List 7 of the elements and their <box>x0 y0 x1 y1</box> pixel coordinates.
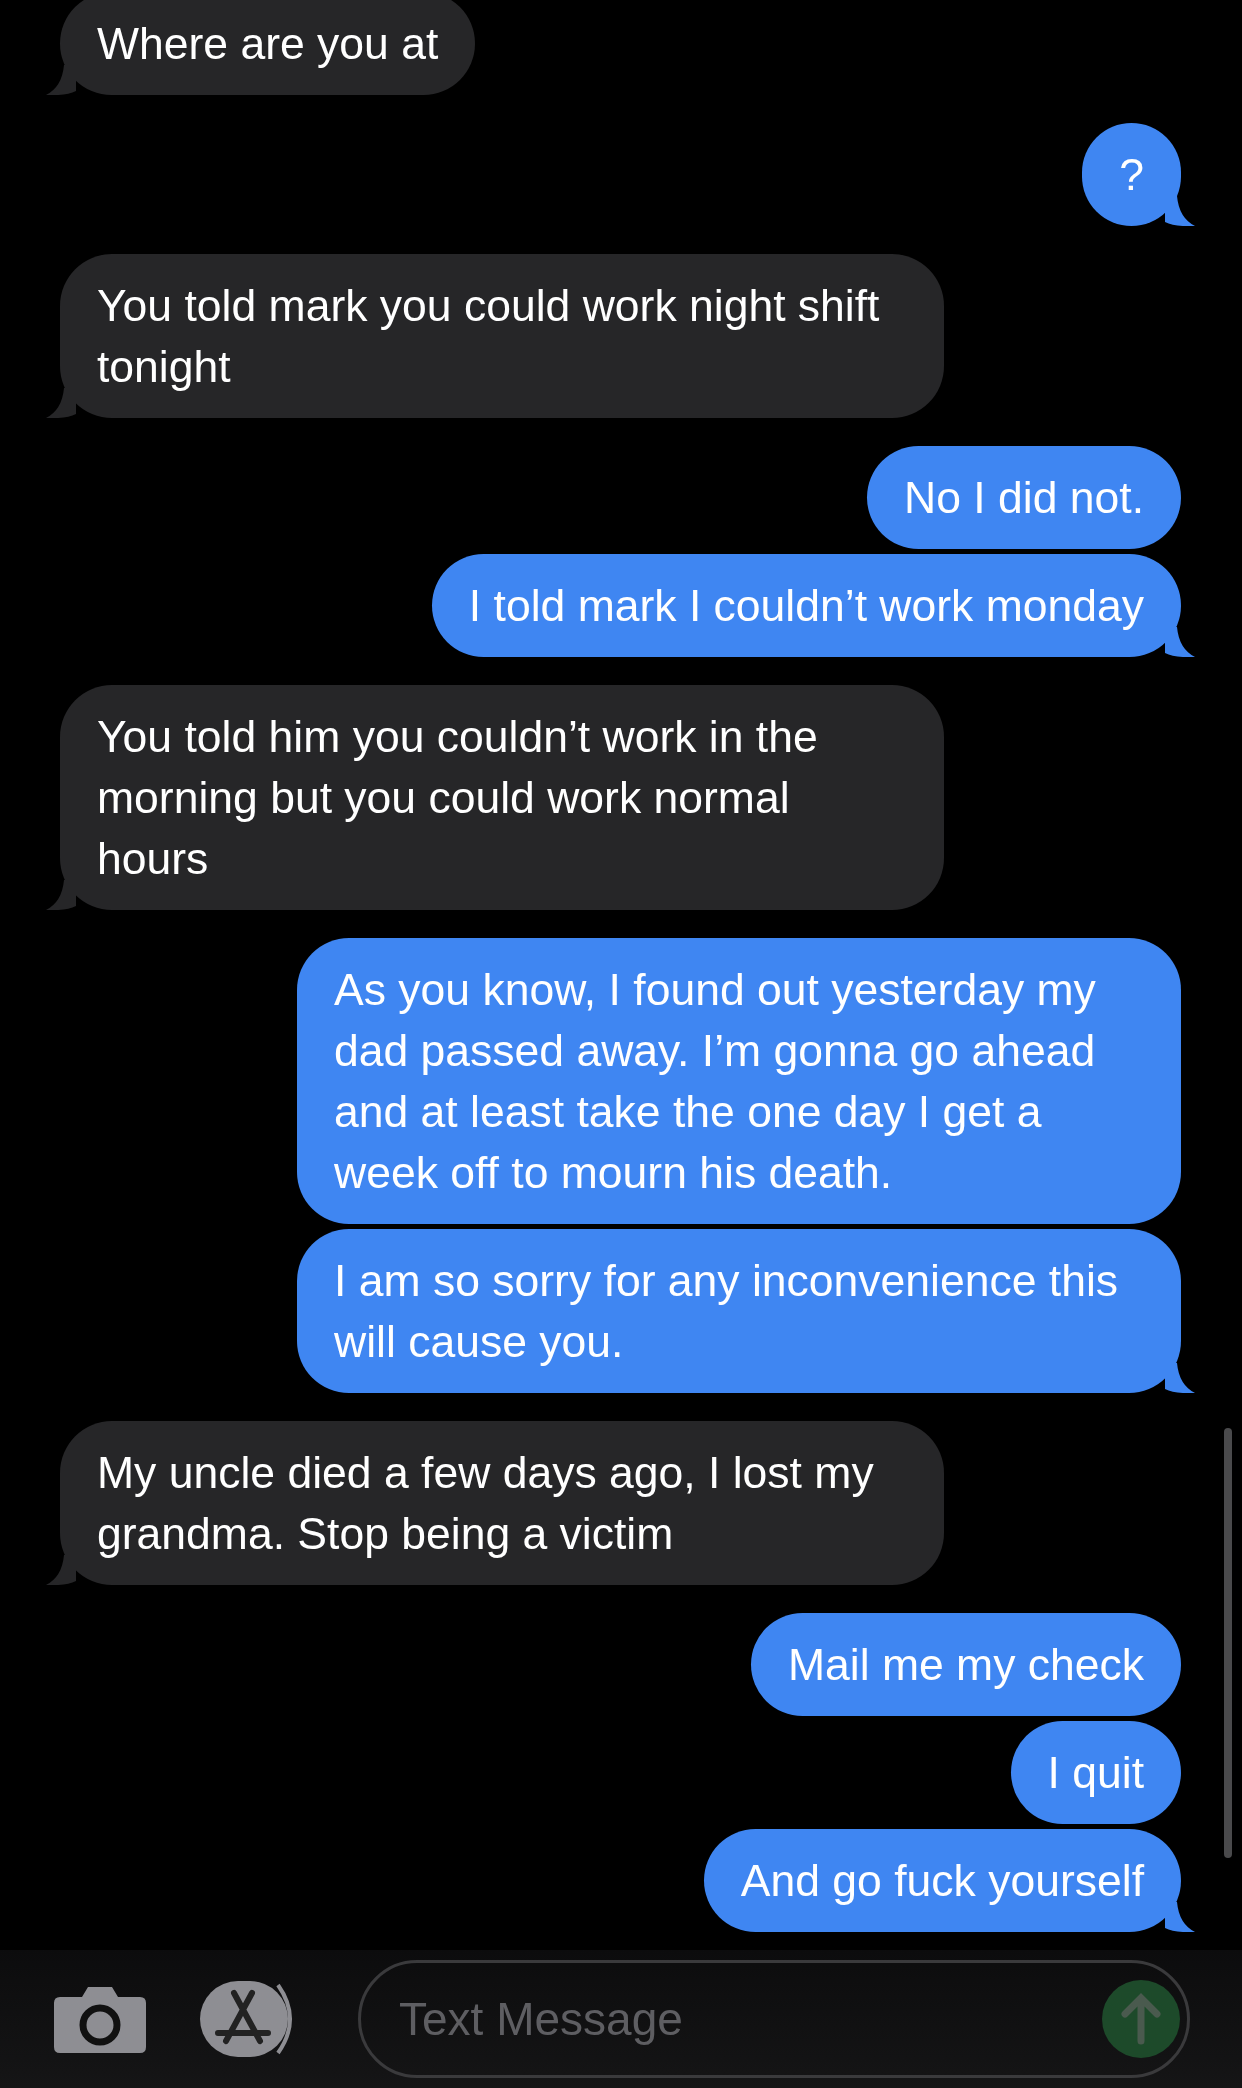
sent-message: No I did not. <box>867 446 1181 549</box>
sent-message: I quit <box>1010 1721 1181 1824</box>
sent-message: As you know, I found out yesterday my dad passed away. I’m gonna go ahead and at least take the one day I get a week off to mourn his death. <box>297 938 1181 1224</box>
send-icon[interactable] <box>1101 1979 1181 2059</box>
scrollbar[interactable] <box>1224 1428 1232 1858</box>
message-field[interactable]: Text Message <box>358 1960 1190 2078</box>
sent-message: Mail me my check <box>750 1613 1181 1716</box>
